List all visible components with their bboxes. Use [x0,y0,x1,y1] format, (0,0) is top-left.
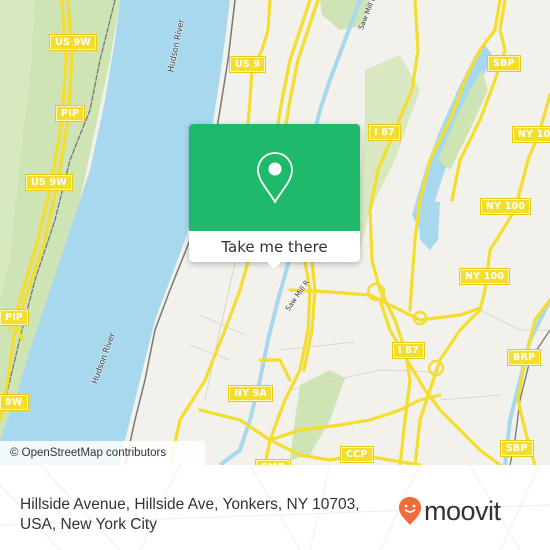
footer: Hillside Avenue, Hillside Ave, Yonkers, … [0,465,550,550]
location-popup: Take me there [189,124,360,269]
shield-pip-north: PIP [56,106,85,121]
shield-sbp-north: SBP [488,56,520,71]
shield-us-9w-mid: US 9W [26,175,72,190]
reservoir-small [418,200,440,250]
shield-ny-100-north: NY 100 [513,127,550,142]
shield-brp: BRP [508,350,541,365]
shield-i-87-north: I 87 [369,125,400,140]
map-attribution[interactable]: © OpenStreetMap contributors [0,441,205,465]
shield-ny-9a: NY 9A [229,386,273,401]
shield-ny-100-mid: NY 100 [460,269,510,284]
address-text: Hillside Avenue, Hillside Ave, Yonkers, … [20,496,360,533]
shield-sbp-south: SBP [501,441,533,456]
shield-ccp: CCP [341,447,373,462]
popup-header [189,124,360,231]
map[interactable]: Hudson River Hudson River Saw Mill River… [0,0,550,465]
shield-us-9w-north: US 9W [50,35,96,50]
shield-9w-south: 9W [0,395,28,410]
moovit-wordmark: moovit [424,496,501,526]
moovit-logo[interactable]: moovit [398,496,501,526]
take-me-there-button[interactable]: Take me there [189,231,360,262]
shield-i-87-south: I 87 [393,343,424,358]
map-pin-icon [256,151,293,204]
shield-ny-100-top: NY 100 [481,199,531,214]
shield-pip-south: PIP [0,310,29,325]
minor-streets [189,239,550,401]
moovit-pin-smile-icon [399,497,421,525]
popup-pointer [266,261,282,269]
shield-us-9: US 9 [230,57,266,72]
